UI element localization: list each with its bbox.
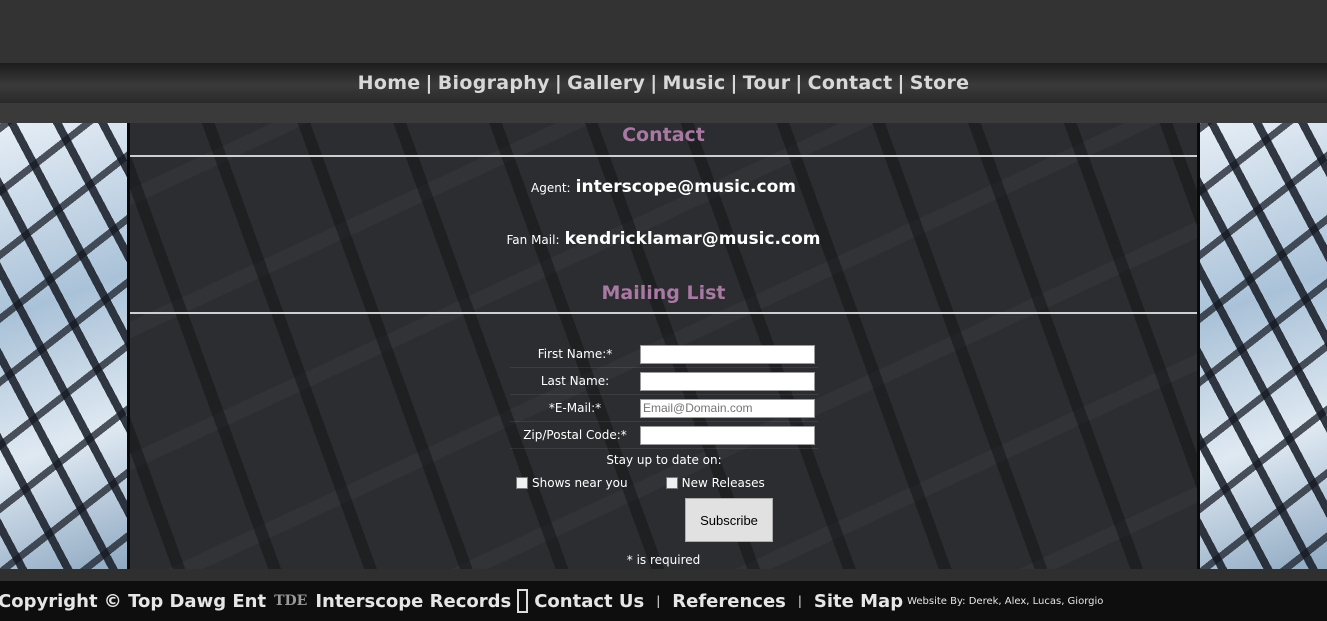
required-note: * is required	[626, 553, 701, 567]
first-name-input[interactable]	[640, 344, 815, 364]
stay-updated-text: Stay up to date on:	[606, 453, 722, 467]
zip-label: Zip/Postal Code:*	[523, 428, 627, 442]
releases-option[interactable]: New Releases	[665, 476, 765, 490]
tde-logo-icon: TDE	[274, 593, 308, 609]
nav-separator: |	[650, 72, 658, 94]
contact-title: Contact	[622, 124, 705, 146]
fanmail-email: kendricklamar@music.com	[564, 229, 821, 249]
mailing-list-divider	[130, 312, 1197, 314]
footer-separator: |	[797, 594, 802, 608]
nav-separator: |	[425, 72, 433, 94]
content-panel: Contact Agent: interscope@music.com Fan …	[130, 123, 1197, 569]
nav-music[interactable]: Music	[663, 72, 726, 94]
nav-home[interactable]: Home	[358, 72, 421, 94]
nav-store[interactable]: Store	[910, 72, 970, 94]
zip-row: Zip/Postal Code:*	[510, 422, 818, 449]
nav-contact[interactable]: Contact	[808, 72, 893, 94]
interscope-logo-icon	[517, 589, 529, 613]
fanmail-label: Fan Mail:	[506, 233, 560, 247]
fanmail-line: Fan Mail: kendricklamar@music.com	[130, 229, 1197, 249]
shows-checkbox[interactable]	[516, 477, 528, 489]
releases-checkbox[interactable]	[665, 477, 678, 489]
first-name-label: First Name:*	[537, 347, 613, 361]
preferences-row: Shows near you New Releases	[510, 471, 818, 495]
email-input[interactable]	[640, 398, 815, 418]
nav-tour[interactable]: Tour	[743, 72, 791, 94]
last-name-row: Last Name:	[510, 368, 818, 395]
shows-label: Shows near you	[532, 476, 628, 490]
agent-line: Agent: interscope@music.com	[130, 177, 1197, 197]
email-row: *E-Mail:*	[510, 395, 818, 422]
zip-input[interactable]	[640, 425, 815, 445]
email-label: *E-Mail:*	[548, 401, 602, 415]
footer-gap	[0, 569, 1327, 581]
contact-us-link[interactable]: Contact Us	[534, 591, 644, 612]
nav-separator: |	[730, 72, 738, 94]
nav-gallery[interactable]: Gallery	[567, 72, 645, 94]
graffiti-panel-right	[1200, 123, 1327, 569]
top-band	[0, 0, 1327, 63]
last-name-input[interactable]	[640, 371, 815, 391]
nav-separator: |	[554, 72, 563, 94]
interscope-link[interactable]: Interscope Records	[315, 591, 511, 612]
shows-option[interactable]: Shows near you	[516, 476, 628, 490]
agent-label: Agent:	[531, 181, 571, 195]
main-nav: Home | Biography | Gallery | Music | Tou…	[0, 63, 1327, 103]
last-name-label: Last Name:	[540, 374, 610, 388]
footer-separator: |	[656, 594, 661, 608]
mailing-list-title: Mailing List	[601, 282, 726, 304]
contact-divider	[130, 155, 1197, 157]
site-map-link[interactable]: Site Map	[814, 591, 903, 612]
references-link[interactable]: References	[672, 591, 786, 612]
releases-label: New Releases	[681, 476, 765, 490]
graffiti-panel-left	[0, 123, 127, 569]
credits-text: Website By: Derek, Alex, Lucas, Giorgio	[907, 595, 1104, 607]
nav-gap	[0, 103, 1327, 123]
first-name-row: First Name:*	[510, 341, 818, 368]
subscribe-row: Subscribe	[510, 495, 818, 545]
nav-biography[interactable]: Biography	[438, 72, 550, 94]
copyright-text: Copyright © Top Dawg Ent	[0, 590, 267, 612]
footer: Copyright © Top Dawg Ent TDE Interscope …	[0, 581, 1327, 621]
nav-separator: |	[795, 72, 803, 94]
nav-separator: |	[897, 72, 905, 94]
agent-email: interscope@music.com	[575, 177, 796, 197]
subscribe-button[interactable]: Subscribe	[685, 498, 773, 542]
mailing-list-form: First Name:* Last Name: *E-Mail:* Zip/Po…	[510, 341, 818, 545]
